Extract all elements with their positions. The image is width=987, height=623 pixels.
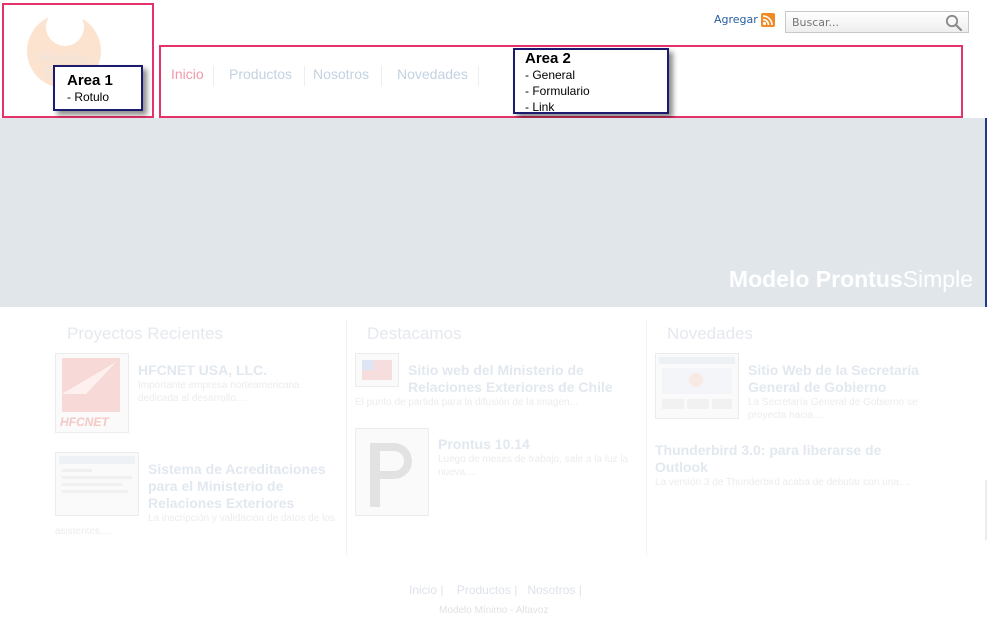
rss-icon[interactable]	[761, 13, 775, 27]
area2-item: - Link	[525, 100, 555, 114]
footer-nav: Inicio | Productos | Nosotros |	[409, 583, 582, 597]
footer-link-nosotros[interactable]: Nosotros	[527, 583, 575, 597]
add-link[interactable]: Agregar	[714, 13, 758, 26]
item-title[interactable]: Sitio web del Ministerio de Relaciones E…	[408, 362, 638, 396]
footer-link-inicio[interactable]: Inicio	[409, 583, 437, 597]
area2-item: - Formulario	[525, 84, 590, 98]
item-description: El punto de partida para la difusión de …	[355, 397, 578, 408]
area2-item: - General	[525, 68, 576, 82]
search-box	[785, 11, 969, 33]
column-title: Proyectos Recientes	[67, 324, 223, 343]
item-description: Luego de meses de trabajo, sale a la luz…	[438, 454, 629, 478]
item-title[interactable]: Prontus 10.14	[438, 436, 638, 453]
item-description: La inscripción y validación de datos de …	[55, 513, 335, 537]
footer-text: Modelo Mínimo - Altavoz	[439, 605, 549, 616]
project-thumbnail[interactable]	[655, 353, 739, 419]
item-title[interactable]: Thunderbird 3.0: para liberarse de Outlo…	[655, 442, 925, 476]
area2-title: Area 2	[525, 50, 571, 67]
area1-callout: Area 1 - Rotulo	[53, 65, 143, 111]
area1-item: - Rotulo	[67, 90, 110, 104]
item-title[interactable]: HFCNET USA, LLC.	[138, 362, 338, 379]
area1-title: Area 1	[67, 72, 113, 89]
project-thumbnail[interactable]	[355, 428, 429, 516]
item-description: La Secretaría General de Gobierno se pro…	[748, 397, 918, 421]
footer-link-productos[interactable]: Productos	[457, 583, 511, 597]
footer-separator: |	[440, 583, 454, 597]
search-icon[interactable]	[945, 14, 963, 32]
search-input[interactable]	[786, 12, 941, 32]
project-thumbnail[interactable]	[55, 452, 139, 516]
thumbnail-label: HFCNET	[60, 415, 110, 429]
column-divider	[346, 320, 347, 555]
column-divider	[646, 320, 647, 555]
footer-separator: |	[514, 583, 524, 597]
column-title: Novedades	[667, 324, 754, 343]
project-thumbnail[interactable]	[355, 353, 399, 387]
item-title[interactable]: Sistema de Acreditaciones para el Minist…	[148, 461, 338, 512]
item-description: Importante empresa norteamericana dedica…	[138, 380, 300, 404]
area2-callout: Area 2 - General - Formulario - Link	[513, 48, 669, 114]
column-title: Destacamos	[367, 324, 462, 343]
project-thumbnail[interactable]: HFCNET	[55, 353, 129, 433]
banner-title: Modelo ProntusSimple	[729, 266, 973, 293]
banner-title-light: Simple	[902, 266, 973, 292]
item-title[interactable]: Sitio Web de la Secretaría General de Go…	[748, 362, 948, 396]
item-description: La versión 3 de Thunderbird acaba de deb…	[655, 477, 910, 488]
banner-title-bold: Modelo Prontus	[728, 266, 903, 292]
footer-separator: |	[578, 583, 582, 597]
